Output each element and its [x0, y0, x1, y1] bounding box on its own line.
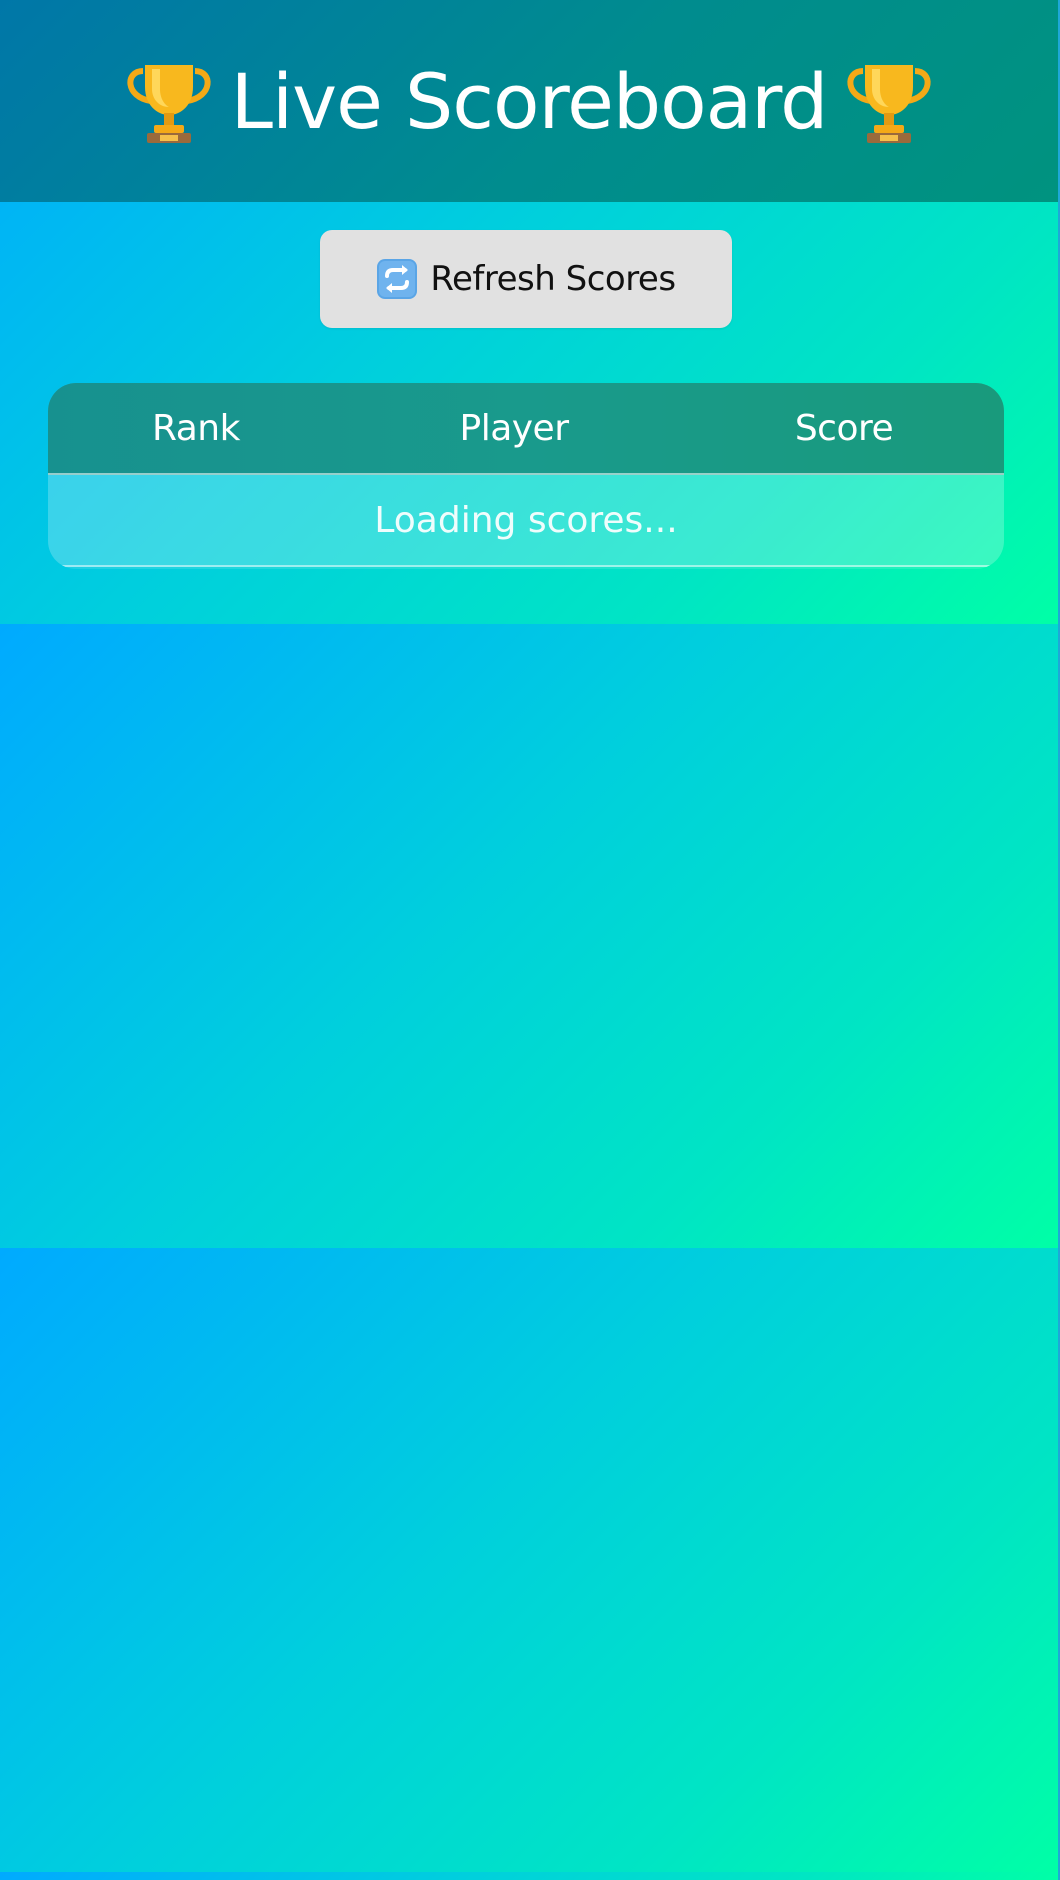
background-panel — [0, 624, 1060, 1248]
background-panel — [0, 1872, 1060, 1880]
column-header-rank: Rank — [152, 408, 240, 449]
background-panel — [0, 1248, 1060, 1872]
refresh-scores-button[interactable]: Refresh Scores — [320, 230, 732, 328]
table-header-row: Rank Player Score — [48, 383, 1004, 475]
page-header: Live Scoreboard — [0, 0, 1058, 202]
refresh-icon — [376, 258, 418, 300]
column-header-score: Score — [794, 408, 894, 449]
loading-status-row: Loading scores... — [48, 475, 1004, 567]
trophy-icon — [841, 53, 937, 149]
trophy-icon — [121, 53, 217, 149]
column-header-player: Player — [459, 408, 569, 449]
page-title: Live Scoreboard — [230, 56, 829, 146]
refresh-button-label: Refresh Scores — [430, 259, 676, 299]
scoreboard-table: Rank Player Score Loading scores... — [48, 383, 1004, 569]
